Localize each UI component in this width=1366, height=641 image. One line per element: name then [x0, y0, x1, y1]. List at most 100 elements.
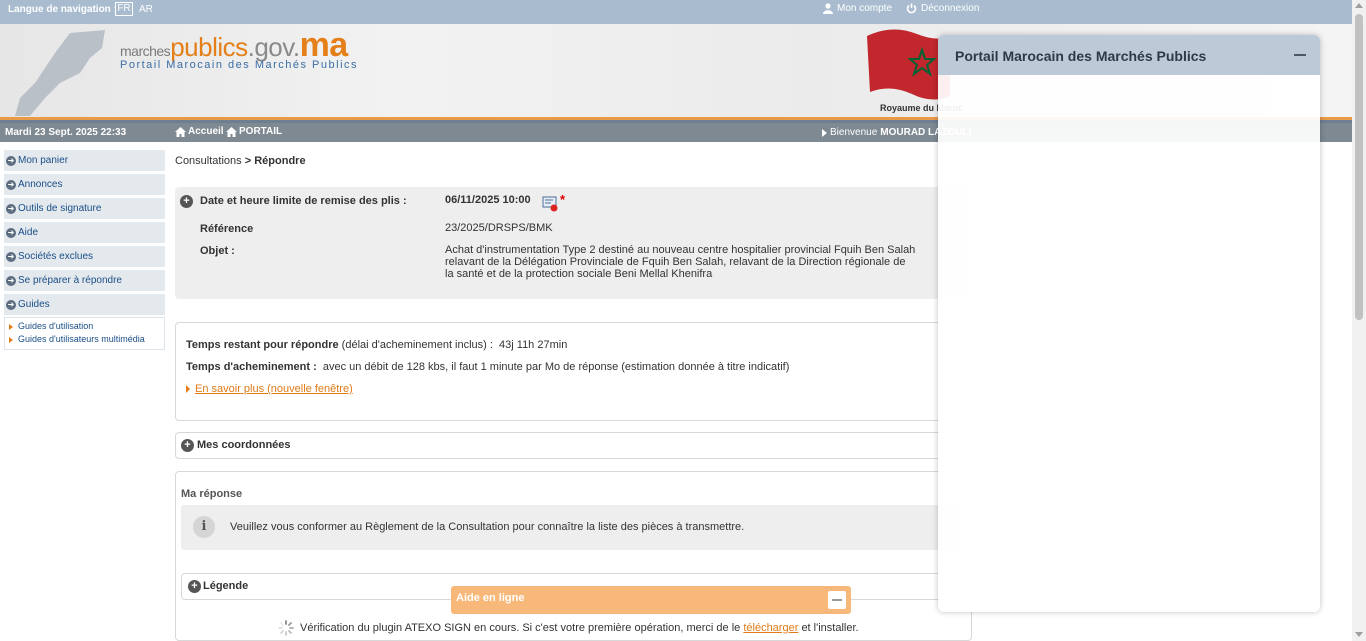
expand-plus-icon[interactable]: +	[181, 439, 194, 452]
arrow-circle-icon: ➜	[6, 275, 16, 286]
reponse-title: Ma réponse	[181, 488, 243, 500]
info-text: Veuillez vous conformer au Règlement de …	[230, 521, 745, 533]
sidebar-item-outils-signature[interactable]: ➜ Outils de signature	[4, 198, 165, 219]
certificate-icon[interactable]	[542, 195, 560, 213]
sidebar-item-label: Annonces	[18, 179, 63, 190]
consultation-summary: + Date et heure limite de remise des pli…	[175, 187, 970, 299]
arrow-circle-icon: ➜	[6, 227, 16, 238]
arrow-circle-icon: ➜	[6, 179, 16, 190]
reference-value: 23/2025/DRSPS/BMK	[445, 222, 553, 234]
language-fr-button[interactable]: FR	[115, 2, 133, 16]
breadcrumb: Consultations > Répondre	[175, 155, 306, 167]
remaining-value: 43j 11h 27min	[499, 339, 568, 351]
logout-label: Déconnexion	[921, 3, 980, 14]
transit-time-row: Temps d'acheminement : avec un débit de …	[186, 361, 789, 373]
current-date: Mardi 23 Sept. 2025 22:33	[5, 127, 127, 138]
sidebar-item-label: Mon panier	[18, 155, 69, 166]
info-message: i Veuillez vous conformer au Règlement d…	[181, 505, 961, 550]
guides-utilisation-link[interactable]: Guides d'utilisation	[9, 320, 164, 333]
home-icon	[226, 126, 237, 137]
info-icon: i	[193, 516, 215, 538]
nav-home-label: Accueil	[188, 126, 224, 137]
minimize-icon[interactable]	[1294, 54, 1306, 56]
online-help-widget[interactable]: Aide en ligne	[451, 586, 851, 614]
arrow-circle-icon: ➜	[6, 203, 16, 214]
logo-marches: marches	[120, 43, 171, 59]
account-link[interactable]: Mon compte	[823, 3, 892, 14]
chat-panel-header[interactable]: Portail Marocain des Marchés Publics	[938, 35, 1320, 75]
sidebar-item-societes-exclues[interactable]: ➜ Sociétés exclues	[4, 246, 165, 267]
learn-more-row: En savoir plus (nouvelle fenêtre)	[186, 383, 353, 395]
scrollbar-thumb[interactable]	[1355, 14, 1363, 320]
sidebar-item-label: Aide	[18, 227, 39, 238]
sidebar-item-se-preparer[interactable]: ➜ Se préparer à répondre	[4, 270, 165, 291]
objet-label: Objet :	[200, 245, 235, 257]
deadline-label: Date et heure limite de remise des plis …	[200, 195, 407, 207]
scroll-up-icon[interactable]	[1355, 3, 1363, 8]
transit-label: Temps d'acheminement :	[186, 361, 317, 373]
nav-portail-label: PORTAIL	[239, 126, 283, 137]
submenu-label: Guides d'utilisation	[18, 321, 94, 331]
arrow-circle-icon: ➜	[6, 299, 16, 310]
required-asterisk: *	[560, 192, 566, 207]
learn-more-link[interactable]: En savoir plus (nouvelle fenêtre)	[195, 383, 353, 395]
welcome-label: Bienvenue	[830, 127, 878, 138]
guides-submenu: Guides d'utilisation Guides d'utilisateu…	[4, 317, 165, 350]
arrow-circle-icon: ➜	[6, 155, 16, 166]
sidebar-item-label: Se préparer à répondre	[18, 275, 122, 286]
site-tagline: Portail Marocain des Marchés Publics	[120, 59, 359, 71]
objet-line-1: Achat d'instrumentation Type 2 destiné a…	[445, 244, 916, 256]
language-ar-button[interactable]: AR	[139, 4, 153, 15]
page-scrollbar[interactable]	[1352, 0, 1366, 641]
objet-line-3: la santé et de la protection sociale Ben…	[445, 268, 713, 280]
sidebar-item-label: Guides	[18, 299, 50, 310]
sidebar-item-annonces[interactable]: ➜ Annonces	[4, 174, 165, 195]
plugin-download-link[interactable]: télécharger	[743, 622, 798, 634]
coordonnees-title: Mes coordonnées	[197, 439, 291, 451]
bullet-arrow-icon	[9, 336, 13, 343]
remaining-note: (délai d'acheminement inclus) :	[341, 339, 493, 351]
timing-panel: Temps restant pour répondre (délai d'ach…	[175, 322, 970, 421]
logo-gov: .gov.	[247, 32, 300, 62]
top-bar: Langue de navigation : FR AR Mon compte …	[0, 0, 1352, 24]
reference-label: Référence	[200, 223, 254, 235]
scroll-down-icon[interactable]	[1355, 632, 1363, 637]
objet-line-2: relavant de la Délégation Provinciale de…	[445, 256, 906, 268]
user-icon	[823, 3, 833, 14]
legende-title: Légende	[203, 580, 249, 592]
remaining-time-row: Temps restant pour répondre (délai d'ach…	[186, 339, 567, 351]
logout-link[interactable]: Déconnexion	[906, 3, 979, 14]
nav-home-link[interactable]: Accueil	[175, 126, 224, 137]
sidebar: ➜ Mon panier ➜ Annonces ➜ Outils de signatu…	[4, 150, 165, 350]
sidebar-item-aide[interactable]: ➜ Aide	[4, 222, 165, 243]
breadcrumb-parent[interactable]: Consultations	[175, 155, 242, 167]
coordonnees-panel[interactable]: + Mes coordonnées	[175, 432, 970, 459]
sidebar-item-guides[interactable]: ➜ Guides	[4, 294, 165, 315]
transit-value: avec un débit de 128 kbs, il faut 1 minu…	[322, 361, 790, 373]
minimize-button[interactable]	[828, 591, 846, 609]
chevron-right-icon	[822, 128, 827, 137]
sidebar-item-label: Sociétés exclues	[18, 251, 94, 262]
plugin-text: Vérification du plugin ATEXO SIGN en cou…	[300, 622, 741, 634]
sidebar-item-label: Outils de signature	[18, 203, 102, 214]
online-help-title: Aide en ligne	[456, 592, 525, 604]
home-icon	[175, 126, 186, 137]
guides-multimedia-link[interactable]: Guides d'utilisateurs multimédia	[9, 333, 164, 346]
morocco-map-icon	[15, 30, 105, 116]
logo-publics: publics	[170, 32, 248, 62]
submenu-label: Guides d'utilisateurs multimédia	[18, 334, 145, 344]
chevron-right-icon	[186, 385, 190, 393]
expand-plus-icon[interactable]: +	[188, 580, 201, 593]
portal-chat-panel: Portail Marocain des Marchés Publics	[938, 35, 1320, 612]
bullet-arrow-icon	[9, 323, 13, 330]
sidebar-item-mon-panier[interactable]: ➜ Mon panier	[4, 150, 165, 171]
remaining-label: Temps restant pour répondre	[186, 339, 339, 351]
arrow-circle-icon: ➜	[6, 251, 16, 262]
spinner-icon	[278, 620, 294, 636]
chat-panel-title: Portail Marocain des Marchés Publics	[955, 48, 1207, 64]
reponse-panel: Ma réponse i Veuillez vous conformer au …	[175, 471, 972, 641]
expand-plus-icon[interactable]: +	[180, 195, 193, 208]
plugin-status: Vérification du plugin ATEXO SIGN en cou…	[278, 620, 859, 636]
plugin-text-after: et l'installer.	[801, 622, 859, 634]
nav-portail-link[interactable]: PORTAIL	[226, 126, 282, 137]
